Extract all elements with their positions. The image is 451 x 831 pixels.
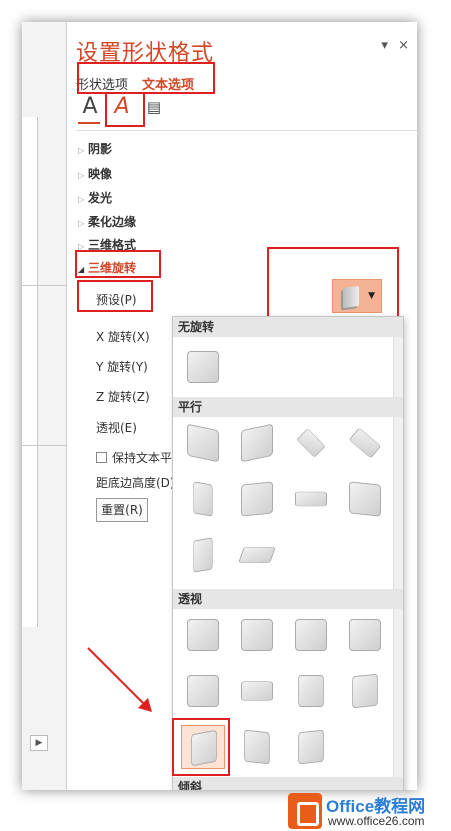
- slide-area: ▶: [22, 22, 67, 790]
- section-soft-edges[interactable]: ▷ 柔化边缘: [78, 213, 136, 230]
- pane-controls: ▾ ×: [375, 38, 409, 53]
- rotation-preset-gallery: ▲ 无旋转 平行 透视 倾斜: [172, 316, 404, 790]
- section-3d-format[interactable]: ▷ 三维格式: [78, 236, 136, 253]
- preset-label: 预设(P): [96, 293, 137, 307]
- preset-tile[interactable]: [235, 477, 279, 521]
- z-rotation-label: Z 旋转(Z): [96, 390, 150, 404]
- section-glow[interactable]: ▷ 发光: [78, 189, 112, 206]
- distance-label: 距底边高度(D): [96, 476, 175, 490]
- reset-button[interactable]: 重置(R): [96, 498, 148, 522]
- watermark-logo: Office教程网 www.office26.com: [288, 792, 451, 831]
- preset-tile[interactable]: [343, 477, 387, 521]
- preset-tile[interactable]: [289, 421, 333, 465]
- preset-tile[interactable]: [181, 533, 225, 577]
- group-parallel: 平行: [173, 397, 403, 417]
- group-oblique: 倾斜: [173, 777, 403, 790]
- preset-tile[interactable]: [181, 421, 225, 465]
- section-3d-rotation[interactable]: ◢ 三维旋转: [78, 259, 136, 276]
- tab-text-options[interactable]: 文本选项: [142, 74, 194, 93]
- close-icon[interactable]: ×: [398, 38, 409, 53]
- preset-tile[interactable]: [289, 477, 333, 521]
- pane-title: 设置形状格式: [76, 41, 215, 66]
- preset-tile[interactable]: [289, 669, 333, 713]
- text-fill-icon[interactable]: A: [78, 95, 102, 119]
- gallery-scrollbar[interactable]: ▲: [393, 317, 403, 790]
- preset-tile[interactable]: [181, 477, 225, 521]
- text-box-icon[interactable]: ▤: [142, 95, 166, 119]
- preset-tile[interactable]: [235, 421, 279, 465]
- preset-tile[interactable]: [181, 669, 225, 713]
- preset-dropdown-button[interactable]: ▼: [332, 279, 382, 313]
- preset-tile[interactable]: [289, 613, 333, 657]
- preset-tile[interactable]: [181, 345, 225, 389]
- pointer-arrow-icon: [87, 647, 152, 712]
- text-effects-icon[interactable]: A: [110, 95, 134, 119]
- scroll-right-arrow[interactable]: ▶: [30, 735, 48, 751]
- preset-tile[interactable]: [181, 613, 225, 657]
- keep-text-flat-checkbox[interactable]: [96, 452, 107, 463]
- preset-tile[interactable]: [235, 613, 279, 657]
- pane-options-icon[interactable]: ▾: [381, 38, 388, 53]
- x-rotation-label: X 旋转(X): [96, 330, 150, 344]
- section-shadow[interactable]: ▷ 阴影: [78, 140, 112, 157]
- group-perspective: 透视: [173, 589, 403, 609]
- preset-tile-selected[interactable]: [181, 725, 225, 769]
- chevron-down-icon: ▼: [368, 291, 375, 301]
- perspective-label: 透视(E): [96, 421, 137, 435]
- group-no-rotation: 无旋转: [173, 317, 403, 337]
- rotation-preset-icon: [343, 285, 359, 309]
- y-rotation-label: Y 旋转(Y): [96, 360, 148, 374]
- watermark-url: www.office26.com: [328, 814, 425, 828]
- preset-tile[interactable]: [343, 421, 387, 465]
- preset-tile[interactable]: [235, 533, 279, 577]
- office-logo-icon: [288, 793, 322, 829]
- preset-tile[interactable]: [343, 613, 387, 657]
- preset-tile[interactable]: [343, 669, 387, 713]
- preset-tile[interactable]: [235, 669, 279, 713]
- tab-shape-options[interactable]: 形状选项: [76, 74, 128, 93]
- keep-text-flat-label: 保持文本平: [112, 451, 173, 465]
- preset-tile[interactable]: [235, 725, 279, 769]
- preset-tile[interactable]: [289, 725, 333, 769]
- section-reflection[interactable]: ▷ 映像: [78, 165, 112, 182]
